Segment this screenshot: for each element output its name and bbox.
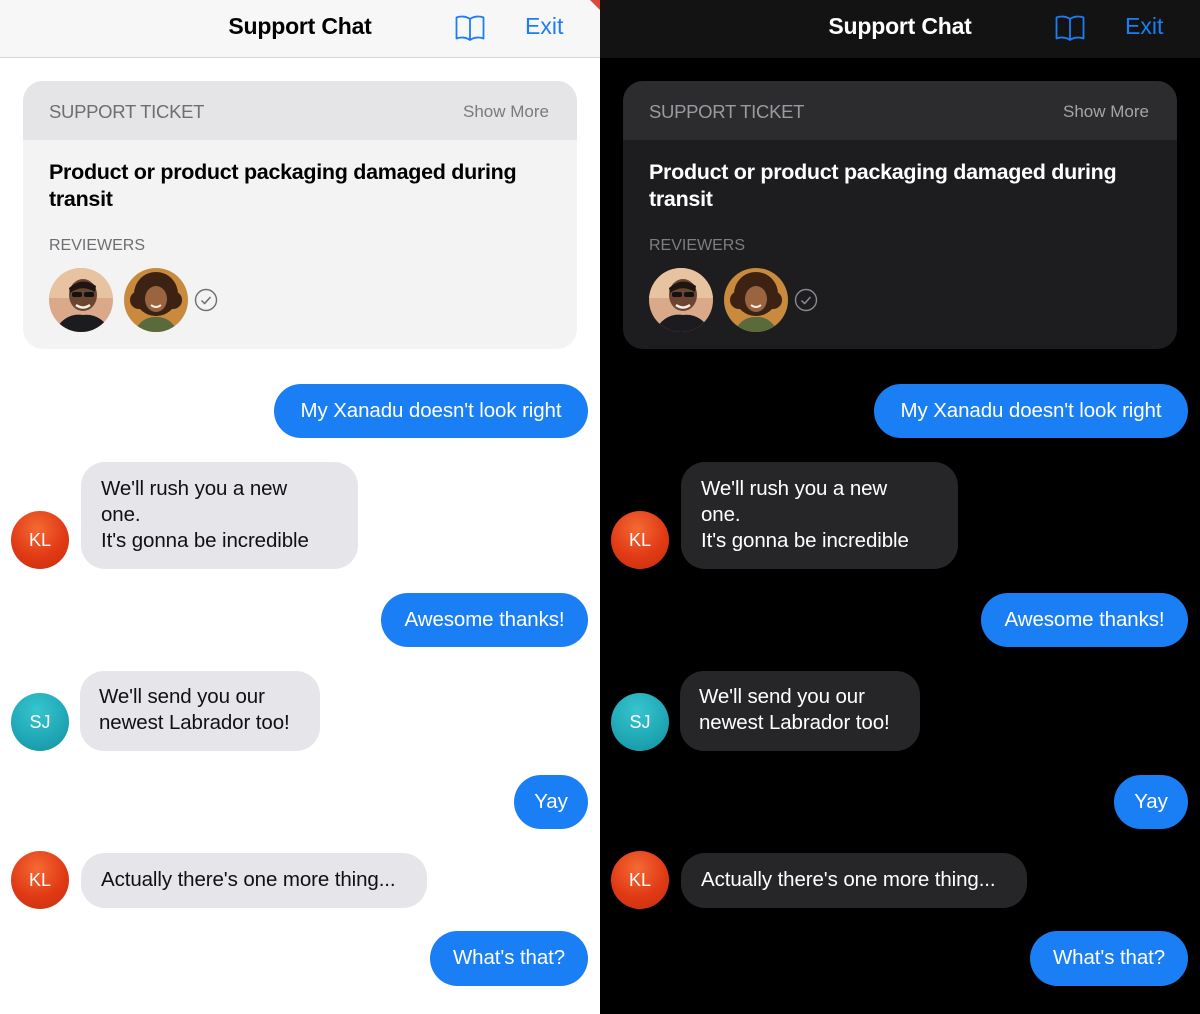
message-bubble-outgoing: Yay — [514, 775, 588, 829]
exit-button[interactable]: Exit — [1125, 13, 1163, 40]
book-icon[interactable] — [454, 14, 486, 42]
ticket-label: SUPPORT TICKET — [49, 101, 205, 122]
reviewer-avatar-1[interactable] — [49, 268, 113, 332]
reviewers-label: REVIEWERS — [49, 237, 146, 254]
navigation-bar: Support Chat Exit — [600, 0, 1200, 58]
message-bubble-outgoing: My Xanadu doesn't look right — [274, 384, 588, 438]
message-bubble-outgoing: What's that? — [430, 931, 588, 986]
book-icon[interactable] — [1054, 14, 1086, 42]
show-more-button[interactable]: Show More — [1063, 102, 1149, 122]
ticket-title: Product or product packaging damaged dur… — [49, 160, 517, 211]
message-bubble-outgoing: Yay — [1114, 775, 1188, 829]
message-bubble-incoming: Actually there's one more thing... — [81, 853, 427, 908]
dark-theme-panel: Support Chat Exit SUPPORT TICKET Show Mo… — [600, 0, 1200, 1014]
light-theme-panel: Support Chat Exit SUPPORT TICKET Show Mo… — [0, 0, 600, 1014]
ticket-header: SUPPORT TICKET Show More — [23, 81, 577, 140]
message-bubble-incoming: We'll rush you a new one. It's gonna be … — [681, 462, 958, 569]
message-bubble-outgoing: Awesome thanks! — [381, 593, 588, 647]
reviewer-avatar-2[interactable] — [124, 268, 188, 332]
message-bubble-incoming: We'll send you our newest Labrador too! — [680, 671, 920, 751]
message-bubble-incoming: Actually there's one more thing... — [681, 853, 1027, 908]
message-bubble-incoming: We'll send you our newest Labrador too! — [80, 671, 320, 751]
support-ticket-card: SUPPORT TICKET Show More Product or prod… — [23, 81, 577, 349]
message-bubble-incoming: We'll rush you a new one. It's gonna be … — [81, 462, 358, 569]
avatar-kl[interactable]: KL — [11, 511, 69, 569]
exit-button[interactable]: Exit — [525, 13, 563, 40]
avatar-kl[interactable]: KL — [611, 511, 669, 569]
ticket-label: SUPPORT TICKET — [649, 101, 805, 122]
support-ticket-card: SUPPORT TICKET Show More Product or prod… — [623, 81, 1177, 349]
page-title: Support Chat — [828, 13, 972, 39]
avatar-kl[interactable]: KL — [611, 851, 669, 909]
reviewer-avatar-2[interactable] — [724, 268, 788, 332]
reviewers-label: REVIEWERS — [649, 237, 746, 254]
message-bubble-outgoing: Awesome thanks! — [981, 593, 1188, 647]
check-circle-icon — [194, 288, 218, 312]
ticket-title: Product or product packaging damaged dur… — [649, 160, 1117, 211]
page-title: Support Chat — [228, 13, 372, 39]
corner-indicator — [590, 0, 600, 10]
reviewer-avatar-1[interactable] — [649, 268, 713, 332]
message-bubble-outgoing: What's that? — [1030, 931, 1188, 986]
navigation-bar: Support Chat Exit — [0, 0, 600, 58]
check-circle-icon — [794, 288, 818, 312]
ticket-header: SUPPORT TICKET Show More — [623, 81, 1177, 140]
message-bubble-outgoing: My Xanadu doesn't look right — [874, 384, 1188, 438]
show-more-button[interactable]: Show More — [463, 102, 549, 122]
avatar-kl[interactable]: KL — [11, 851, 69, 909]
avatar-sj[interactable]: SJ — [611, 693, 669, 751]
avatar-sj[interactable]: SJ — [11, 693, 69, 751]
